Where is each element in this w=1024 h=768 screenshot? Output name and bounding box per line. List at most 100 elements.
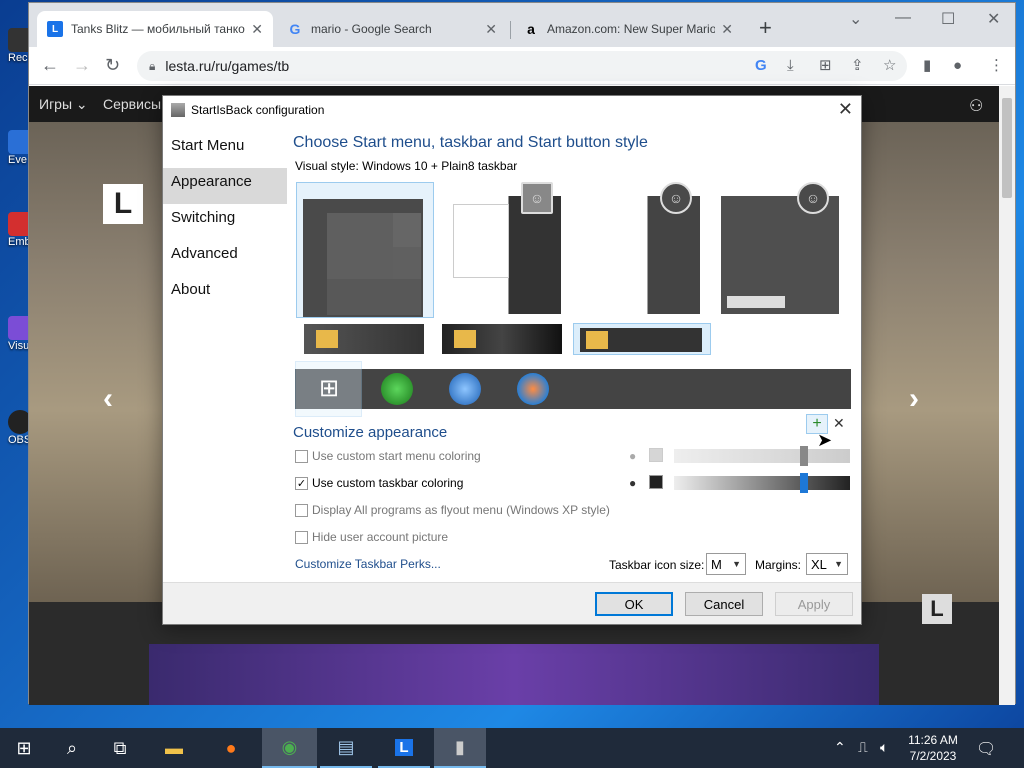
maximize-button[interactable]: ☐ — [941, 9, 955, 29]
account-icon[interactable]: ⚇ — [969, 96, 983, 116]
close-tab-icon[interactable]: ✕ — [721, 21, 733, 38]
lock-icon[interactable]: 🔒︎ — [149, 59, 155, 74]
startisback-app-icon[interactable]: ▮ — [434, 728, 486, 768]
opt-taskbar-coloring[interactable]: ✓ Use custom taskbar coloring — [295, 476, 463, 490]
desktop-icon-eve[interactable]: Eve — [0, 130, 32, 166]
install-app-icon[interactable]: ⤓ — [787, 58, 794, 73]
scrollbar-thumb[interactable] — [1002, 98, 1012, 198]
margins-label: Margins: — [755, 558, 802, 572]
show-hidden-icons-icon[interactable]: ⌃ — [834, 739, 846, 756]
file-explorer-icon[interactable]: ▬ — [150, 728, 198, 768]
opt-flyout-menu[interactable]: Display All programs as flyout menu (Win… — [295, 503, 610, 517]
taskbar-opacity-slider[interactable] — [674, 473, 850, 493]
lesta-badge[interactable]: L — [922, 594, 952, 624]
clover-orb-icon[interactable] — [381, 373, 413, 405]
menu-preview — [303, 199, 423, 317]
url-text: lesta.ru/ru/games/tb — [165, 58, 290, 74]
opt-hide-user-picture[interactable]: Hide user account picture — [295, 530, 448, 544]
opt-start-menu-coloring[interactable]: Use custom start menu coloring — [295, 449, 481, 463]
profile-avatar-icon[interactable]: ● — [953, 58, 962, 73]
nav-about[interactable]: About — [163, 276, 287, 312]
checkbox[interactable] — [295, 503, 308, 517]
volume-muted-icon[interactable]: 🔈︎ — [880, 739, 888, 756]
checkbox[interactable] — [295, 449, 308, 463]
translate-icon[interactable]: ⊞ — [819, 58, 832, 73]
chrome-icon[interactable]: ◉ — [262, 728, 317, 768]
start-button[interactable]: ⊞ — [0, 728, 48, 768]
firefox-icon[interactable]: ● — [207, 728, 255, 768]
share-icon[interactable]: ⇪ — [851, 58, 864, 73]
windows-logo-icon[interactable]: ⊞ — [313, 373, 345, 405]
remove-icon[interactable]: ✕ — [833, 415, 845, 432]
desktop-icon-emb[interactable]: Emb De — [0, 212, 48, 248]
notifications-icon[interactable]: 🗨︎ — [976, 739, 996, 759]
nav-services[interactable]: Сервисы — [103, 96, 161, 112]
desktop-icon-label: Eve — [8, 154, 27, 166]
forward-button[interactable]: → — [73, 56, 91, 74]
remote-desktop-icon[interactable]: ▤ — [320, 728, 372, 768]
desktop-icon-visu[interactable]: Visu — [0, 316, 32, 352]
customize-taskbar-perks-link[interactable]: Customize Taskbar Perks... — [295, 557, 441, 571]
menu-kebab-icon[interactable]: ⋮ — [989, 58, 1004, 73]
menu-style-dark[interactable]: ☺ — [721, 182, 839, 314]
carousel-prev-icon[interactable]: ‹ — [103, 382, 113, 416]
desktop-icon-rec[interactable]: Rec — [0, 28, 32, 64]
task-view-icon[interactable]: ⧉ — [96, 728, 144, 768]
desktop-icon-obs[interactable]: OBS — [0, 410, 32, 446]
search-icon[interactable]: ⌕ — [48, 728, 96, 768]
icon-size-select[interactable]: M ▼ — [706, 553, 746, 575]
taskbar-style-1[interactable] — [304, 324, 424, 354]
page-scrollbar[interactable] — [999, 86, 1015, 705]
menu-style-plain8[interactable]: ☺ — [582, 182, 700, 314]
carousel-next-icon[interactable]: › — [909, 382, 919, 416]
tab-amazon[interactable]: a Amazon.com: New Super Mario ✕ — [513, 11, 743, 47]
vista-orb-icon[interactable] — [517, 373, 549, 405]
tab-tanks-blitz[interactable]: L Tanks Blitz — мобильный танко ✕ — [37, 11, 273, 47]
nav-appearance[interactable]: Appearance — [163, 168, 287, 204]
site-logo[interactable]: L — [103, 184, 143, 224]
back-button[interactable]: ← — [41, 56, 59, 74]
taskbar-color-swatch[interactable] — [649, 475, 663, 489]
bookmark-star-icon[interactable]: ☆ — [883, 58, 896, 73]
minimize-button[interactable]: — — [895, 9, 911, 27]
tab-google-search[interactable]: G mario - Google Search ✕ — [277, 11, 507, 47]
start-menu-color-swatch[interactable] — [649, 448, 663, 462]
margins-select[interactable]: XL ▼ — [806, 553, 848, 575]
checkbox-checked[interactable]: ✓ — [295, 476, 308, 490]
clock-date: 7/2/2023 — [909, 749, 957, 763]
tile — [327, 279, 421, 315]
clock-time: 11:26 AM — [908, 733, 958, 747]
lesta-app-icon[interactable]: L — [378, 728, 430, 768]
menu-style-win10[interactable] — [296, 182, 434, 318]
network-icon[interactable]: ⎍ — [858, 739, 868, 756]
close-tab-icon[interactable]: ✕ — [251, 21, 263, 38]
nav-start-menu[interactable]: Start Menu — [163, 132, 287, 168]
slider-thumb[interactable] — [800, 473, 808, 493]
google-lens-icon[interactable]: G — [755, 58, 767, 73]
tab-search-chevron-icon[interactable]: ⌄ — [849, 9, 862, 29]
nav-games[interactable]: Игры ⌄ — [39, 96, 88, 113]
dialog-close-icon[interactable]: ✕ — [838, 100, 853, 118]
start-menu-opacity-slider[interactable] — [674, 446, 850, 466]
new-tab-button[interactable]: + — [759, 17, 772, 39]
win7-orb-icon[interactable] — [449, 373, 481, 405]
dialog-footer: OK Cancel Apply — [163, 582, 861, 624]
checkbox[interactable] — [295, 530, 308, 544]
taskbar-style-3[interactable] — [573, 323, 711, 355]
side-panel-icon[interactable]: ▮ — [923, 58, 931, 73]
reload-button[interactable]: ↻ — [105, 56, 120, 74]
tile — [393, 213, 421, 247]
menu-preview — [453, 204, 509, 278]
menu-style-classic-light[interactable]: ☺ — [443, 182, 561, 314]
close-tab-icon[interactable]: ✕ — [485, 21, 497, 38]
cancel-button[interactable]: Cancel — [685, 592, 763, 616]
nav-switching[interactable]: Switching — [163, 204, 287, 240]
taskbar-style-2[interactable] — [442, 324, 562, 354]
ok-button[interactable]: OK — [595, 592, 673, 616]
game-banner[interactable] — [149, 644, 879, 705]
nav-advanced[interactable]: Advanced — [163, 240, 287, 276]
slider-thumb[interactable] — [800, 446, 808, 466]
system-clock[interactable]: 11:26 AM 7/2/2023 — [895, 732, 971, 764]
apply-button[interactable]: Apply — [775, 592, 853, 616]
close-window-button[interactable]: ✕ — [987, 9, 1000, 29]
